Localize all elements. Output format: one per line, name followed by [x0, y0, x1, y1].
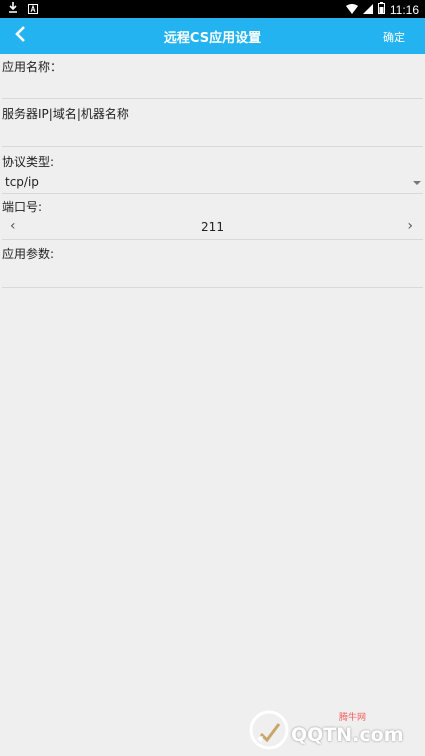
params-input[interactable] [2, 264, 423, 286]
page-title: 远程CS应用设置 [163, 31, 262, 46]
port-value: 211 [201, 220, 224, 234]
divider [2, 287, 423, 288]
params-label: 应用参数: [2, 247, 55, 261]
dropdown-arrow-icon [413, 181, 421, 185]
divider [2, 98, 423, 99]
wifi-icon [345, 3, 358, 17]
server-input[interactable] [2, 124, 423, 146]
watermark-sub: 腾牛网 [339, 713, 367, 723]
app-name-label: 应用名称： [2, 60, 63, 74]
app-bar: 远程CS应用设置 确定 [0, 18, 425, 54]
battery-icon [377, 2, 385, 17]
confirm-button[interactable]: 确定 [383, 29, 405, 45]
protocol-label: 协议类型: [2, 155, 55, 169]
protocol-select[interactable]: tcp/ip [2, 171, 423, 193]
watermark-text: QQTN.com [291, 724, 404, 746]
download-icon [8, 2, 18, 17]
status-time: 11:16 [389, 2, 419, 17]
port-stepper[interactable]: ‹ 211 › [2, 216, 423, 238]
server-label: 服务器IP|域名|机器名称 [2, 107, 129, 121]
app-name-input[interactable] [2, 76, 423, 98]
protocol-value: tcp/ip [5, 175, 39, 189]
notification-a-icon [28, 3, 38, 17]
increment-chevron-icon[interactable]: › [407, 218, 413, 234]
signal-icon [362, 3, 373, 17]
divider [2, 193, 423, 194]
port-label: 端口号: [2, 200, 43, 214]
status-bar: 11:16 [0, 0, 425, 18]
divider [2, 239, 423, 240]
watermark-logo: 腾牛网 QQTN.com [247, 708, 417, 752]
divider [2, 146, 423, 147]
